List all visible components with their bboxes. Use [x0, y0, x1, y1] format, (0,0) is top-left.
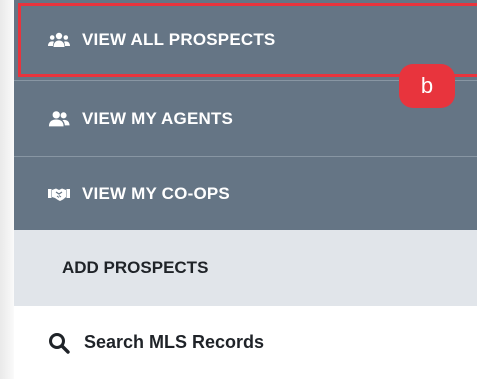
menu-item-label: VIEW MY CO-OPS: [82, 183, 230, 203]
section-header-label: ADD PROSPECTS: [62, 258, 209, 277]
search-mls-records-item[interactable]: Search MLS Records: [14, 306, 477, 379]
users-group-icon: [48, 31, 70, 49]
menu-item-label: VIEW ALL PROSPECTS: [82, 30, 276, 49]
search-icon: [48, 332, 70, 354]
annotation-badge: b: [399, 64, 455, 108]
menu-item-label: VIEW MY AGENTS: [82, 108, 234, 128]
users-icon: [48, 110, 70, 128]
page: VIEW ALL PROSPECTS VIEW MY AGENTS VIEW M…: [0, 0, 477, 379]
menu-item-view-my-co-ops[interactable]: VIEW MY CO-OPS: [14, 156, 477, 230]
search-item-label: Search MLS Records: [84, 332, 265, 352]
section-header-add-prospects: ADD PROSPECTS: [14, 230, 477, 306]
handshake-icon: [48, 185, 70, 203]
left-shadow: [0, 0, 14, 379]
